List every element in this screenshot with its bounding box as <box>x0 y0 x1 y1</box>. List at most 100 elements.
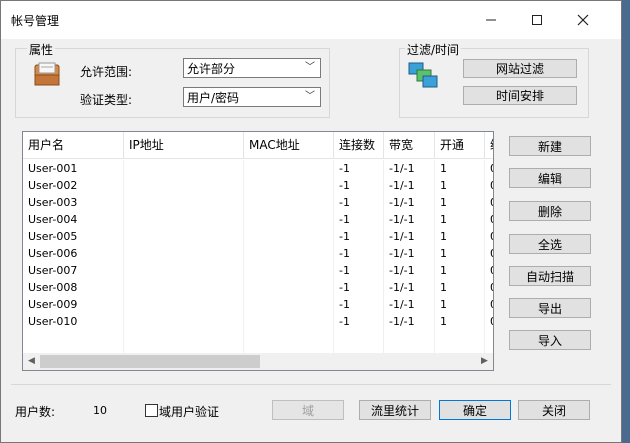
export-button[interactable]: 导出 <box>509 298 591 318</box>
table-cell: -1 <box>334 160 384 177</box>
table-cell <box>124 245 244 262</box>
select-all-button[interactable]: 全选 <box>509 234 591 254</box>
table-cell: -1/-1 <box>384 245 435 262</box>
scope-label: 允许范围: <box>80 65 133 79</box>
table-cell: 1 <box>435 194 485 211</box>
table-row[interactable]: User-007 -1-1/-110 <box>23 262 493 279</box>
auth-type-select-value: 用户/密码 <box>187 90 240 105</box>
table-cell: User-003 <box>23 194 124 211</box>
domain-button[interactable]: 域 <box>272 400 344 420</box>
site-filter-button[interactable]: 网站过滤 <box>463 59 577 78</box>
table-cell: -1/-1 <box>384 194 435 211</box>
table-cell: -1/-1 <box>384 177 435 194</box>
table-cell: -1/-1 <box>384 160 435 177</box>
table-cell: User-001 <box>23 160 124 177</box>
table-cell: 1 <box>435 245 485 262</box>
title-bar[interactable]: 帐号管理 <box>1 1 621 39</box>
table-cell: -1 <box>334 262 384 279</box>
auth-type-select[interactable]: 用户/密码 ﹀ <box>183 87 321 107</box>
table-row[interactable]: User-005 -1-1/-110 <box>23 228 493 245</box>
domain-auth-label: 域用户验证 <box>159 405 220 419</box>
user-count-label: 用户数: <box>15 405 56 419</box>
import-button[interactable]: 导入 <box>509 330 591 350</box>
scroll-left-icon[interactable]: ◀ <box>23 353 40 370</box>
table-cell <box>124 279 244 296</box>
horizontal-scrollbar[interactable]: ◀ ▶ <box>23 353 493 370</box>
table-cell <box>124 211 244 228</box>
table-cell: -1/-1 <box>384 228 435 245</box>
domain-auth-checkbox[interactable] <box>145 404 158 417</box>
new-button[interactable]: 新建 <box>509 136 591 156</box>
minimize-button[interactable] <box>468 1 514 39</box>
table-cell <box>124 160 244 177</box>
table-row[interactable]: User-006 -1-1/-110 <box>23 245 493 262</box>
table-cell <box>244 177 334 194</box>
table-cell: 1 <box>435 177 485 194</box>
inbox-tray-icon <box>31 59 63 91</box>
table-cell: User-005 <box>23 228 124 245</box>
ok-button[interactable]: 确定 <box>439 400 511 420</box>
column-header-username[interactable]: 用户名 <box>23 132 124 158</box>
table-cell: 0 <box>485 194 493 211</box>
table-cell <box>244 279 334 296</box>
table-row[interactable]: User-001 -1-1/-110 <box>23 160 493 177</box>
table-cell: 0 <box>485 279 493 296</box>
chevron-down-icon: ﹀ <box>305 62 315 73</box>
table-cell: 1 <box>435 211 485 228</box>
user-list[interactable]: 用户名 IP地址 MAC地址 连接数 带宽 开通 维 User-001-1-1/… <box>22 131 494 371</box>
table-cell: -1/-1 <box>384 211 435 228</box>
table-row[interactable]: User-008 -1-1/-110 <box>23 279 493 296</box>
column-header-enabled[interactable]: 开通 <box>435 132 485 158</box>
table-cell: 1 <box>435 279 485 296</box>
column-header-ip[interactable]: IP地址 <box>124 132 244 158</box>
table-cell: 1 <box>435 228 485 245</box>
traffic-stats-button[interactable]: 流里统计 <box>359 400 431 420</box>
table-cell: -1 <box>334 211 384 228</box>
table-cell <box>244 245 334 262</box>
minimize-icon <box>486 19 496 21</box>
table-cell: 1 <box>435 262 485 279</box>
window-title: 帐号管理 <box>11 14 60 28</box>
table-row[interactable]: User-003 -1-1/-110 <box>23 194 493 211</box>
column-header-mac[interactable]: MAC地址 <box>244 132 334 158</box>
table-cell: User-006 <box>23 245 124 262</box>
table-cell <box>244 211 334 228</box>
auto-scan-button[interactable]: 自动扫描 <box>509 266 591 286</box>
table-cell: 0 <box>485 160 493 177</box>
scope-select[interactable]: 允许部分 ﹀ <box>183 58 321 78</box>
table-cell: -1 <box>334 194 384 211</box>
delete-button[interactable]: 删除 <box>509 201 591 221</box>
footer-divider <box>11 384 611 385</box>
column-header-extra[interactable]: 维 <box>485 132 493 158</box>
table-cell: User-004 <box>23 211 124 228</box>
table-cell: -1 <box>334 177 384 194</box>
table-cell <box>244 228 334 245</box>
table-cell <box>124 177 244 194</box>
maximize-icon <box>532 15 542 25</box>
account-management-dialog: 帐号管理 属性 允许范围: 允许部分 ﹀ 验证类型: 用户/密码 ﹀ 过滤/时间 <box>0 0 622 443</box>
table-cell: User-008 <box>23 279 124 296</box>
schedule-button[interactable]: 时间安排 <box>463 86 577 105</box>
table-row[interactable]: User-004 -1-1/-110 <box>23 211 493 228</box>
table-cell: -1 <box>334 228 384 245</box>
maximize-button[interactable] <box>514 1 560 39</box>
close-dialog-button[interactable]: 关闭 <box>518 400 590 420</box>
auth-type-label: 验证类型: <box>80 93 133 107</box>
scroll-right-icon[interactable]: ▶ <box>476 353 493 370</box>
close-button[interactable] <box>560 1 606 39</box>
table-cell: User-002 <box>23 177 124 194</box>
column-header-bandwidth[interactable]: 带宽 <box>384 132 435 158</box>
table-cell <box>244 262 334 279</box>
edit-button[interactable]: 编辑 <box>509 168 591 188</box>
table-cell: 0 <box>485 262 493 279</box>
network-computers-icon <box>407 61 439 91</box>
table-cell: -1 <box>334 245 384 262</box>
scrollbar-thumb[interactable] <box>40 355 260 368</box>
table-row[interactable]: User-002 -1-1/-110 <box>23 177 493 194</box>
user-count-value: 10 <box>93 404 107 417</box>
chevron-down-icon: ﹀ <box>305 91 315 102</box>
column-header-connections[interactable]: 连接数 <box>334 132 384 158</box>
close-icon <box>577 14 589 26</box>
table-cell: User-007 <box>23 262 124 279</box>
table-cell: 0 <box>485 177 493 194</box>
